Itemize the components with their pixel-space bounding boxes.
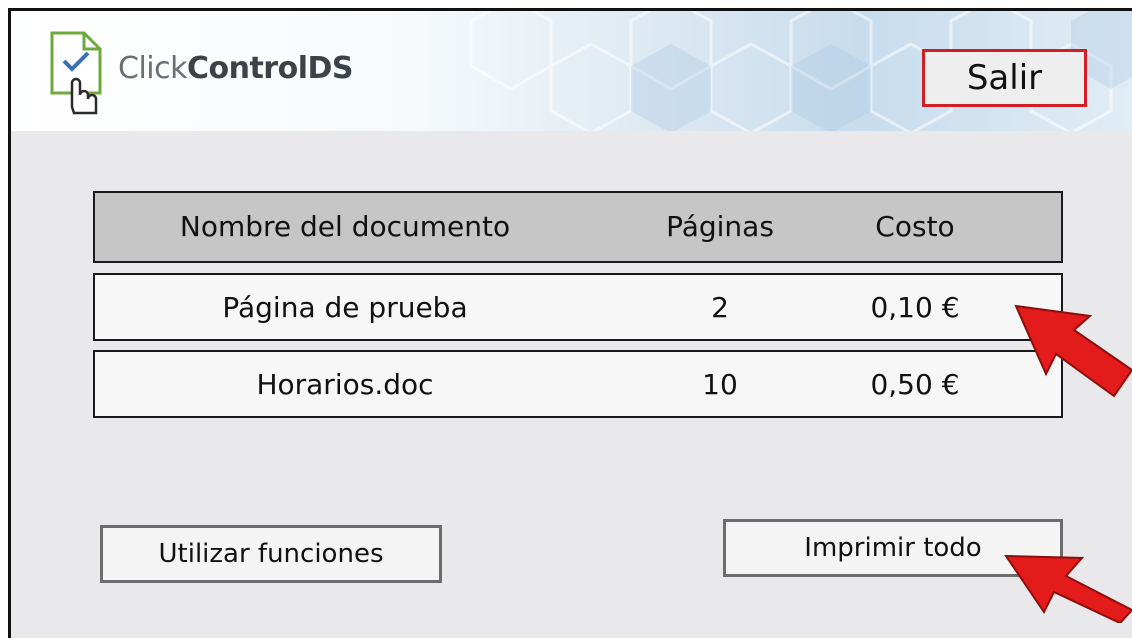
app-window: ClickControlDS Salir Nombre del document… (8, 8, 1132, 638)
table-header-row: Nombre del documento Páginas Costo (93, 191, 1063, 263)
table-row[interactable]: Página de prueba 2 0,10 € (93, 273, 1063, 341)
red-arrow-icon (1004, 554, 1132, 623)
brand-name: ClickControlDS (118, 51, 354, 86)
use-functions-button[interactable]: Utilizar funciones (100, 525, 442, 583)
column-header-cost: Costo (875, 210, 955, 243)
document-pages: 10 (702, 368, 738, 401)
exit-button[interactable]: Salir (922, 49, 1087, 107)
document-cost: 0,50 € (870, 368, 960, 401)
document-name: Horarios.doc (256, 368, 434, 401)
app-logo: ClickControlDS (46, 29, 354, 119)
red-arrow-icon (1014, 304, 1132, 398)
column-header-pages: Páginas (666, 210, 774, 243)
document-name: Página de prueba (222, 291, 468, 324)
document-cost: 0,10 € (870, 291, 960, 324)
table-row[interactable]: Horarios.doc 10 0,50 € (93, 350, 1063, 418)
column-header-name: Nombre del documento (179, 210, 511, 243)
header-banner: ClickControlDS Salir (11, 11, 1132, 131)
document-check-icon (50, 31, 102, 115)
document-pages: 2 (711, 291, 729, 324)
